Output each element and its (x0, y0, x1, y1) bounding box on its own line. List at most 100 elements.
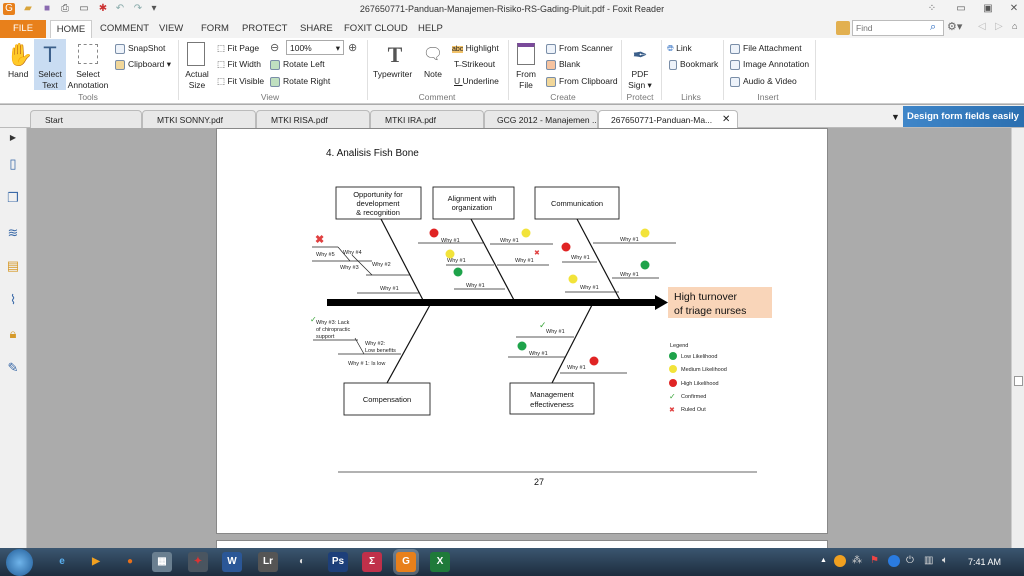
page-thumbnails-icon[interactable]: ▯ (5, 156, 21, 172)
print-icon[interactable]: ⎙ (59, 3, 71, 15)
from-scanner-button[interactable]: From Scanner (546, 43, 613, 54)
sigma-app-icon[interactable]: Σ (362, 552, 382, 572)
menu-help[interactable]: HELP (414, 20, 447, 38)
close-window-icon[interactable]: ✕ (1008, 3, 1020, 15)
clipboard-button[interactable]: Clipboard ▾ (115, 59, 171, 70)
zoom-select[interactable]: 100% ▾ (286, 40, 344, 55)
window-icon[interactable]: ▭ (78, 3, 90, 15)
snapshot-button[interactable]: SnapShot (115, 43, 165, 54)
layers-icon[interactable]: ≋ (5, 225, 21, 241)
why-label: Why #1 (567, 365, 586, 371)
explorer-icon[interactable]: ▦ (152, 552, 172, 572)
underline-button[interactable]: U Underline (454, 76, 499, 86)
from-file-button[interactable]: From File (515, 69, 537, 91)
bookmark-button[interactable]: Bookmark (669, 59, 718, 70)
word-icon[interactable]: W (222, 552, 242, 572)
app-icon[interactable]: ✦ (188, 552, 208, 572)
zoom-out-icon[interactable]: ⊖ (270, 41, 279, 54)
collapse-ribbon-icon[interactable]: ⌂ (1012, 21, 1017, 31)
spine (327, 299, 657, 306)
tray-app-icon[interactable] (834, 555, 846, 567)
scroll-thumb[interactable] (1014, 376, 1023, 386)
menu-protect[interactable]: PROTECT (238, 20, 291, 38)
start-button[interactable] (6, 549, 33, 576)
strikeout-button[interactable]: T̶ Strikeout (454, 59, 495, 69)
tab-panduan-active[interactable]: 267650771-Panduan-Ma... (598, 110, 738, 128)
fit-width-button[interactable]: ⬚ Fit Width (217, 59, 261, 70)
media-player-icon[interactable]: ▶ (86, 552, 106, 572)
ie-icon[interactable]: e (52, 552, 72, 572)
close-tab-icon[interactable]: ✕ (722, 114, 730, 125)
undo-icon[interactable]: ↶ (114, 3, 126, 15)
tab-mtki-sonny[interactable]: MTKI SONNY.pdf (142, 110, 256, 128)
actual-size-button[interactable]: Actual Size (182, 69, 212, 91)
select-annotation-button[interactable]: Select Annotation (66, 69, 110, 91)
menu-comment[interactable]: COMMENT (96, 20, 153, 38)
next-icon[interactable]: ▷ (995, 21, 1003, 32)
new-icon[interactable]: ✱ (97, 3, 109, 15)
volume-icon[interactable]: 🔈︎ (942, 555, 948, 566)
menu-share[interactable]: SHARE (296, 20, 337, 38)
excel-icon[interactable]: X (430, 552, 450, 572)
comments-icon[interactable]: ▤ (5, 258, 21, 274)
network-icon[interactable]: ▥ (924, 555, 933, 566)
expand-panel-icon[interactable]: ▶ (5, 130, 21, 146)
layout-icon[interactable]: ⁘ (926, 3, 938, 15)
gear-icon[interactable]: ⚙▾ (947, 20, 962, 33)
power-icon[interactable]: ⏻ (906, 555, 914, 566)
pages-icon[interactable]: ❐ (5, 190, 21, 206)
menu-foxit-cloud[interactable]: FOXIT CLOUD (340, 20, 412, 38)
foxit-taskbar-icon[interactable]: G (396, 552, 416, 572)
save-icon[interactable]: ■ (41, 3, 53, 15)
prev-icon[interactable]: ◁ (978, 21, 986, 32)
tab-mtki-risa[interactable]: MTKI RISA.pdf (256, 110, 370, 128)
highlight-button[interactable]: abc Highlight (452, 43, 499, 53)
typewriter-button[interactable]: Typewriter (373, 69, 412, 79)
rotate-right-button[interactable]: Rotate Right (270, 76, 330, 87)
tab-mtki-ira[interactable]: MTKI IRA.pdf (370, 110, 484, 128)
maximize-icon[interactable]: ▣ (982, 3, 994, 15)
app-icon[interactable]: ◐ (292, 552, 312, 572)
minimize-icon[interactable]: ▭ (955, 3, 967, 15)
find-folder-icon[interactable] (836, 21, 850, 35)
from-clipboard-button[interactable]: From Clipboard (546, 76, 618, 87)
show-hidden-icons[interactable]: ▲ (820, 557, 827, 564)
security-lock-icon[interactable]: 🔒︎ (5, 326, 21, 342)
menu-home[interactable]: HOME (50, 20, 92, 38)
blank-button[interactable]: Blank (546, 59, 580, 70)
menu-file[interactable]: FILE (0, 20, 46, 38)
lightroom-icon[interactable]: Lr (258, 552, 278, 572)
open-icon[interactable]: ▰ (22, 3, 34, 15)
audio-video-button[interactable]: Audio & Video (730, 76, 797, 87)
firefox-icon[interactable]: ● (120, 552, 140, 572)
menu-form[interactable]: FORM (197, 20, 233, 38)
tray-flag-icon[interactable]: ⚑ (870, 555, 879, 566)
attachments-icon[interactable]: ⌇ (5, 292, 21, 308)
file-attachment-button[interactable]: File Attachment (730, 43, 802, 54)
vertical-scrollbar[interactable] (1011, 128, 1024, 548)
tab-list-dropdown-icon[interactable]: ▼ (891, 112, 900, 122)
note-button[interactable]: Note (424, 69, 442, 79)
image-annotation-button[interactable]: Image Annotation (730, 59, 809, 70)
pdf-sign-button[interactable]: PDF Sign ▾ (626, 69, 654, 91)
fit-visible-button[interactable]: ⬚ Fit Visible (217, 76, 264, 87)
photoshop-icon[interactable]: Ps (328, 552, 348, 572)
zoom-in-icon[interactable]: ⊕ (348, 41, 357, 54)
bluetooth-icon[interactable] (888, 555, 900, 567)
hand-button[interactable]: Hand (8, 69, 28, 79)
clock[interactable]: 7:41 AM (968, 557, 1001, 567)
search-icon[interactable]: ⌕ (930, 21, 936, 34)
redo-icon[interactable]: ↷ (132, 3, 144, 15)
ad-banner[interactable]: Design form fields easily (903, 106, 1024, 127)
why-label: Why #1 (500, 238, 519, 244)
tab-start[interactable]: Start (30, 110, 142, 128)
menu-view[interactable]: VIEW (155, 20, 187, 38)
signatures-icon[interactable]: ✎ (5, 360, 21, 376)
rotate-left-button[interactable]: Rotate Left (270, 59, 325, 70)
bookmark-label: Bookmark (680, 59, 719, 69)
link-button[interactable]: 🌐︎ Link (667, 43, 692, 54)
tab-gcg-2012[interactable]: GCG 2012 - Manajemen ... (484, 110, 598, 128)
customize-icon[interactable]: ▾ (148, 3, 160, 15)
tray-icon[interactable]: ⁂ (852, 555, 862, 566)
fit-page-button[interactable]: ⬚ Fit Page (217, 43, 259, 54)
